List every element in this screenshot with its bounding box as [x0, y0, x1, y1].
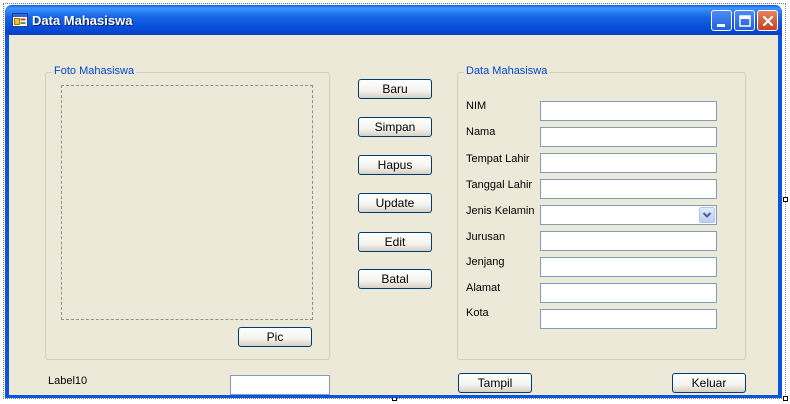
edit-button[interactable]: Edit	[358, 232, 432, 252]
keluar-button[interactable]: Keluar	[672, 373, 746, 393]
resize-handle-corner[interactable]	[783, 396, 788, 401]
title-bar[interactable]: Data Mahasiswa	[5, 5, 782, 35]
batal-button[interactable]: Batal	[358, 269, 432, 289]
foto-mahasiswa-group: Foto Mahasiswa Pic	[45, 65, 330, 360]
jurusan-label: Jurusan	[466, 231, 506, 243]
maximize-icon	[739, 15, 751, 27]
minimize-button[interactable]	[711, 10, 732, 31]
jenis-kelamin-combobox[interactable]	[540, 205, 717, 225]
tampil-button[interactable]: Tampil	[458, 373, 532, 393]
tanggal-lahir-input[interactable]	[540, 179, 717, 199]
maximize-button[interactable]	[734, 10, 755, 31]
main-window: Data Mahasiswa Foto Mahasiswa Pic Baru S…	[5, 5, 782, 398]
nama-label: Nama	[466, 126, 496, 138]
label10: Label10	[48, 375, 88, 387]
data-mahasiswa-legend: Data Mahasiswa	[464, 65, 550, 77]
minimize-icon	[717, 24, 725, 27]
tanggal-lahir-label: Tanggal Lahir	[466, 179, 533, 191]
label10-input[interactable]	[230, 375, 330, 395]
update-button[interactable]: Update	[358, 193, 432, 213]
baru-button[interactable]: Baru	[358, 79, 432, 99]
photo-picturebox	[61, 85, 313, 320]
close-icon	[762, 15, 774, 27]
alamat-input[interactable]	[540, 283, 717, 303]
chevron-down-icon	[702, 212, 712, 218]
nama-input[interactable]	[540, 127, 717, 147]
jenis-kelamin-dropdown-button[interactable]	[699, 207, 715, 223]
nim-label: NIM	[466, 100, 487, 112]
kota-input[interactable]	[540, 309, 717, 329]
alamat-label: Alamat	[466, 282, 501, 294]
close-button[interactable]	[757, 10, 778, 31]
simpan-button[interactable]: Simpan	[358, 117, 432, 137]
data-mahasiswa-group: Data Mahasiswa NIM Nama Tempat Lahir Tan…	[457, 65, 746, 360]
tempat-lahir-label: Tempat Lahir	[466, 153, 530, 165]
foto-mahasiswa-legend: Foto Mahasiswa	[52, 65, 137, 77]
tempat-lahir-input[interactable]	[540, 153, 717, 173]
jurusan-input[interactable]	[540, 231, 717, 251]
window-title: Data Mahasiswa	[32, 13, 133, 28]
form-client-area: Foto Mahasiswa Pic Baru Simpan Hapus Upd…	[9, 35, 778, 395]
jenjang-input[interactable]	[540, 257, 717, 277]
form-icon	[12, 13, 28, 27]
pic-button[interactable]: Pic	[238, 327, 312, 347]
kota-label: Kota	[466, 307, 489, 319]
jenjang-label: Jenjang	[466, 256, 505, 268]
resize-handle-right[interactable]	[783, 197, 788, 202]
hapus-button[interactable]: Hapus	[358, 155, 432, 175]
jenis-kelamin-label: Jenis Kelamin	[466, 205, 535, 217]
nim-input[interactable]	[540, 101, 717, 121]
